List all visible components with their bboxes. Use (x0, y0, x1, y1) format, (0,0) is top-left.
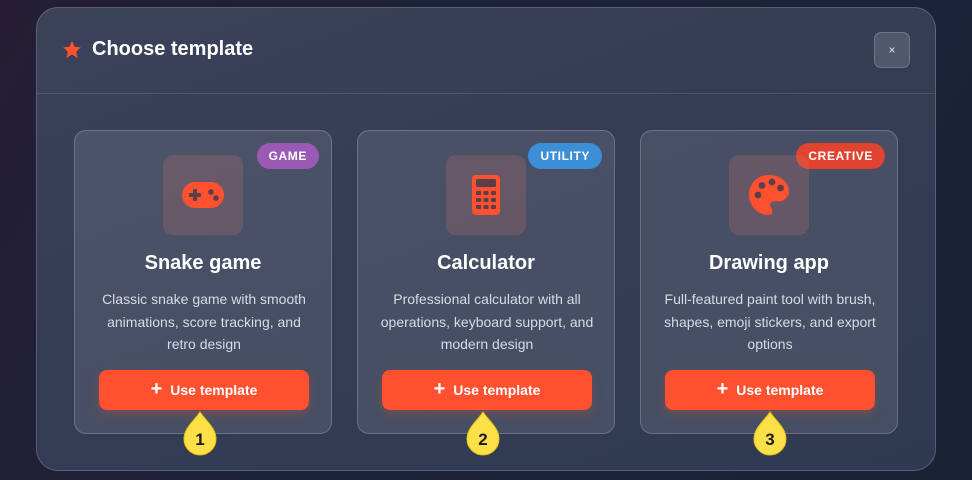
annotation-marker-1: 1 (182, 410, 222, 458)
template-icon-container (446, 155, 526, 235)
template-icon-container (729, 155, 809, 235)
template-icon-container (163, 155, 243, 235)
template-card-drawing-app[interactable]: CREATIVE Drawing app Full-featured paint… (640, 130, 898, 434)
category-badge: UTILITY (528, 143, 602, 169)
star-icon (63, 41, 81, 58)
template-title: Calculator (437, 252, 535, 274)
marker-number: 3 (765, 430, 775, 449)
use-template-button[interactable]: + Use template (665, 370, 875, 410)
category-badge: CREATIVE (796, 143, 885, 169)
use-template-label: Use template (170, 382, 258, 398)
choose-template-dialog: Choose template × GAME Snake game Classi… (36, 7, 936, 471)
template-title: Drawing app (708, 252, 829, 274)
dialog-header: Choose template × (37, 8, 935, 94)
template-card-calculator[interactable]: UTILITY Calculator Professional calculat… (357, 130, 615, 434)
template-description: Full-featured paint tool with brush, sha… (664, 291, 876, 352)
palette-icon (749, 175, 789, 215)
template-card-snake-game[interactable]: GAME Snake game Classic snake game with … (74, 130, 332, 434)
dialog-title: Choose template (92, 38, 254, 60)
annotation-marker-2: 2 (465, 410, 505, 458)
calculator-icon (472, 175, 500, 215)
close-icon: × (888, 43, 896, 57)
use-template-button[interactable]: + Use template (382, 370, 592, 410)
use-template-label: Use template (736, 382, 824, 398)
use-template-button[interactable]: + Use template (99, 370, 309, 410)
use-template-label: Use template (453, 382, 541, 398)
category-badge: GAME (256, 143, 319, 169)
plus-icon: + (150, 378, 163, 400)
template-title: Snake game (144, 252, 262, 274)
marker-number: 1 (195, 430, 205, 449)
template-description: Professional calculator with all operati… (380, 291, 594, 352)
gamepad-icon (182, 182, 224, 208)
marker-number: 2 (478, 430, 488, 449)
plus-icon: + (716, 378, 729, 400)
close-button[interactable]: × (874, 32, 910, 68)
annotation-marker-3: 3 (752, 410, 792, 458)
template-description: Classic snake game with smooth animation… (102, 291, 306, 352)
plus-icon: + (433, 378, 446, 400)
